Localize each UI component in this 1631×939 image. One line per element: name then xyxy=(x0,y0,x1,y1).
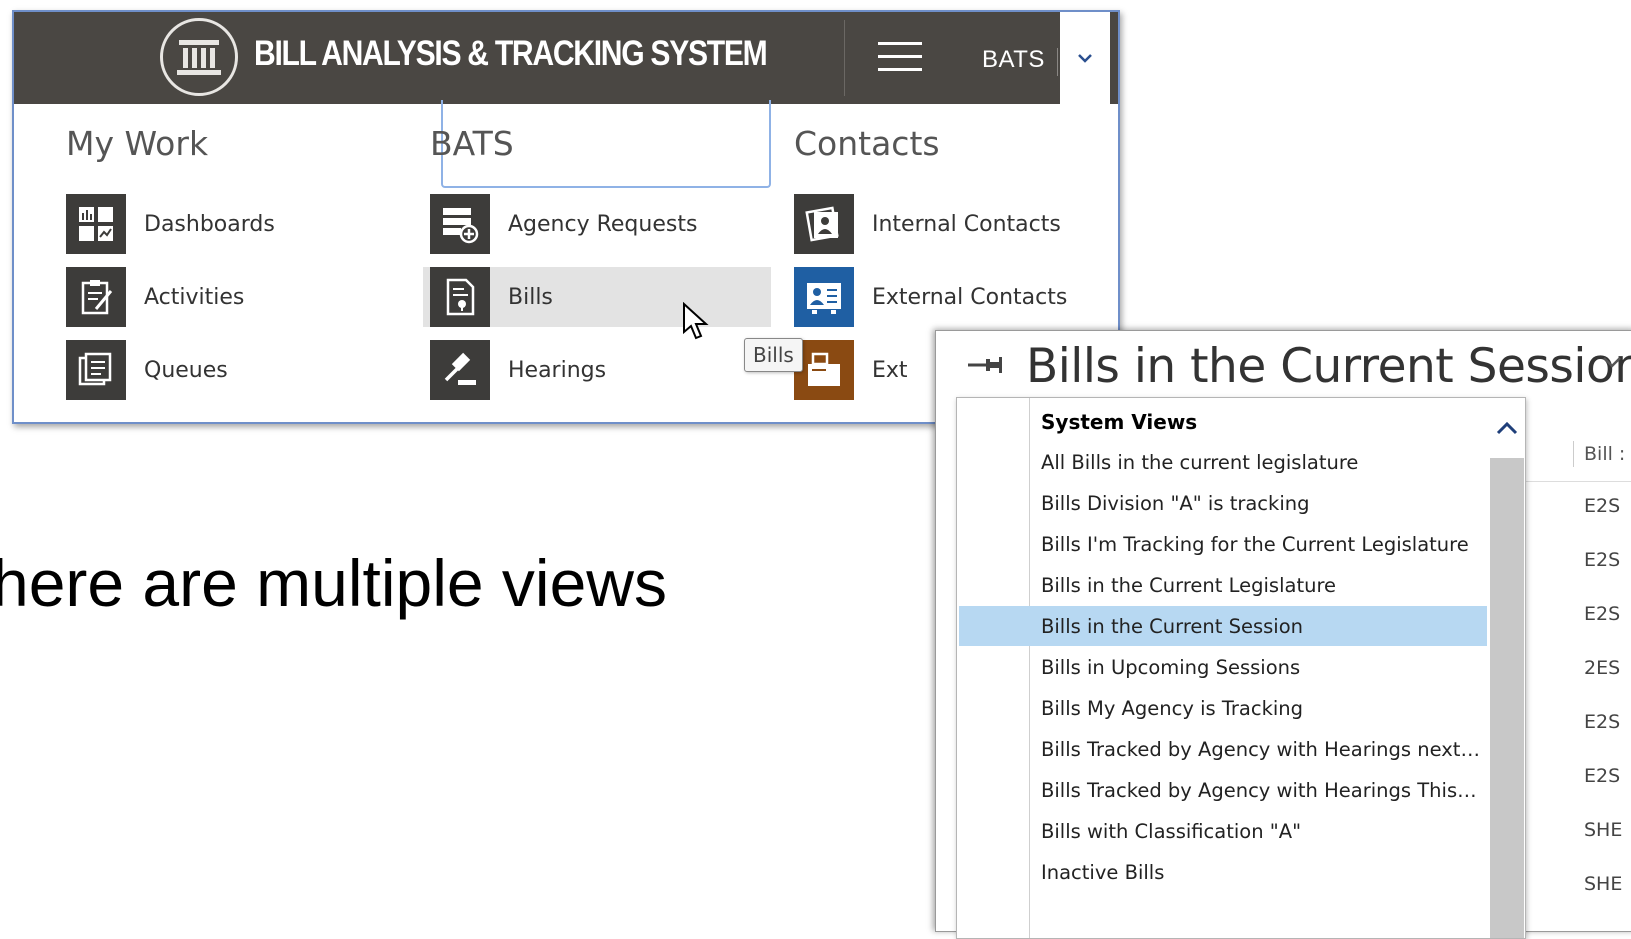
view-option-label: Bills in the Current Legislature xyxy=(1041,573,1337,597)
view-option[interactable]: Bills Tracked by Agency with Hearings Th… xyxy=(959,770,1487,810)
slide-caption: here are multiple views xyxy=(0,546,667,620)
view-option[interactable]: Bills My Agency is Tracking xyxy=(959,688,1487,728)
view-option-label: Bills Tracked by Agency with Hearings ne… xyxy=(1041,737,1481,761)
view-option[interactable]: Bills Tracked by Agency with Hearings ne… xyxy=(959,729,1487,769)
nav-item-label: Dashboards xyxy=(144,211,275,237)
view-selector-panel: Bills in the Current Session Bill : E2S … xyxy=(935,330,1631,939)
area-label[interactable]: BATS xyxy=(982,46,1045,74)
grid-cell[interactable]: E2S xyxy=(1584,765,1620,787)
bills-tooltip: Bills xyxy=(744,338,803,372)
nav-item-agency-requests[interactable]: Agency Requests xyxy=(430,194,697,254)
grid-column-header[interactable]: Bill : xyxy=(1584,443,1625,465)
pin-icon[interactable] xyxy=(966,353,1004,377)
dropdown-section-header: System Views xyxy=(1041,410,1198,434)
nav-item-hearings[interactable]: Hearings xyxy=(430,340,606,400)
hamburger-menu-icon[interactable] xyxy=(878,42,922,74)
bill-document-icon xyxy=(430,267,490,327)
nav-item-label: Internal Contacts xyxy=(872,211,1061,237)
grid-cell[interactable]: 2ES xyxy=(1584,657,1620,679)
nav-item-label: Hearings xyxy=(508,357,607,383)
top-nav-bar: BILL ANALYSIS & TRACKING SYSTEM BATS xyxy=(14,12,1118,104)
dashboard-icon xyxy=(66,194,126,254)
view-option-label: Bills Tracked by Agency with Hearings Th… xyxy=(1041,778,1481,802)
app-title: BILL ANALYSIS & TRACKING SYSTEM xyxy=(254,34,768,73)
nav-item-label: External Contacts xyxy=(872,284,1068,310)
grid-cell[interactable]: SHE xyxy=(1584,819,1622,841)
view-option-label: Bills My Agency is Tracking xyxy=(1041,696,1304,720)
view-option[interactable]: Bills Division "A" is tracking xyxy=(959,483,1487,523)
view-option-label: Bills Division "A" is tracking xyxy=(1041,491,1310,515)
view-option-selected[interactable]: Bills in the Current Session xyxy=(959,606,1487,646)
nav-item-ext[interactable]: Ext xyxy=(794,340,908,400)
view-option-label: Inactive Bills xyxy=(1041,860,1165,884)
external-contact-icon xyxy=(794,267,854,327)
view-option[interactable]: Bills with Classification "A" xyxy=(959,811,1487,851)
nav-item-queues[interactable]: Queues xyxy=(66,340,228,400)
gavel-icon xyxy=(430,340,490,400)
agency-request-icon xyxy=(430,194,490,254)
view-dropdown-list: System Views All Bills in the current le… xyxy=(956,397,1526,939)
view-option[interactable]: Bills in Upcoming Sessions xyxy=(959,647,1487,687)
nav-item-bills[interactable]: Bills xyxy=(423,267,771,327)
nav-item-label: Ext xyxy=(872,357,908,383)
grid-cell[interactable]: E2S xyxy=(1584,603,1620,625)
view-option[interactable]: Inactive Bills xyxy=(959,852,1487,892)
nav-item-external-contacts[interactable]: External Contacts xyxy=(794,267,1067,327)
grid-header-line xyxy=(1526,481,1631,482)
nav-item-internal-contacts[interactable]: Internal Contacts xyxy=(794,194,1061,254)
area-dropdown-button[interactable] xyxy=(1060,12,1110,104)
grid-cell[interactable]: E2S xyxy=(1584,495,1620,517)
capitol-seal-logo-icon xyxy=(160,18,238,96)
queue-icon xyxy=(66,340,126,400)
view-option-label: Bills with Classification "A" xyxy=(1041,819,1302,843)
scroll-up-button[interactable] xyxy=(1490,398,1524,458)
internal-contact-icon xyxy=(794,194,854,254)
topbar-edge xyxy=(1110,12,1118,104)
column-title-my-work: My Work xyxy=(66,124,209,163)
topbar-divider xyxy=(844,20,845,96)
dropdown-scrollbar[interactable] xyxy=(1490,398,1524,938)
view-option[interactable]: All Bills in the current legislature xyxy=(959,442,1487,482)
grid-cell[interactable]: SHE xyxy=(1584,873,1622,895)
grid-cell[interactable]: E2S xyxy=(1584,549,1620,571)
view-option[interactable]: Bills in the Current Legislature xyxy=(959,565,1487,605)
folder-contact-icon xyxy=(794,340,854,400)
nav-item-label: Agency Requests xyxy=(508,211,698,237)
nav-item-label: Activities xyxy=(144,284,245,310)
current-view-title[interactable]: Bills in the Current Session xyxy=(1026,339,1631,394)
column-title-contacts: Contacts xyxy=(794,124,940,163)
view-option-label: Bills in Upcoming Sessions xyxy=(1041,655,1301,679)
clipboard-icon xyxy=(66,267,126,327)
view-option-label: Bills in the Current Session xyxy=(1041,614,1304,638)
chevron-down-icon[interactable] xyxy=(1602,355,1622,369)
view-option[interactable]: Bills I'm Tracking for the Current Legis… xyxy=(959,524,1487,564)
nav-item-dashboards[interactable]: Dashboards xyxy=(66,194,275,254)
view-option-label: Bills I'm Tracking for the Current Legis… xyxy=(1041,532,1469,556)
chevron-down-icon xyxy=(1078,54,1092,63)
mouse-pointer-icon xyxy=(683,302,709,340)
nav-item-label: Bills xyxy=(508,284,553,310)
area-separator xyxy=(1057,48,1058,76)
column-title-bats[interactable]: BATS xyxy=(430,124,514,163)
view-option-label: All Bills in the current legislature xyxy=(1041,450,1359,474)
nav-item-label: Queues xyxy=(144,357,228,383)
grid-column-separator xyxy=(1573,441,1574,467)
chevron-up-icon xyxy=(1496,421,1518,435)
nav-item-activities[interactable]: Activities xyxy=(66,267,244,327)
grid-cell[interactable]: E2S xyxy=(1584,711,1620,733)
